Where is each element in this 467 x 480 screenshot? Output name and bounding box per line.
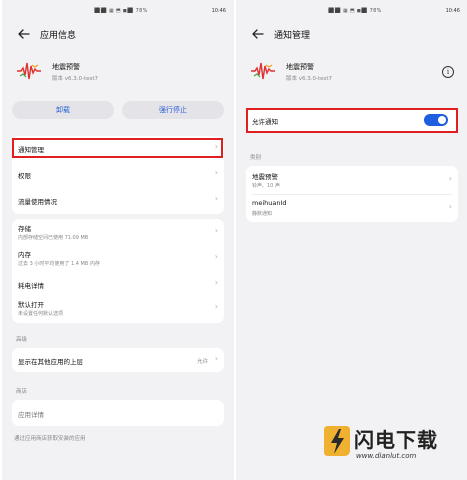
store-footer-text: 通过应用商店获取安装的应用 <box>14 436 86 442</box>
data-usage-row[interactable]: 流量使用情况 › <box>12 188 224 212</box>
category-name: 地震预警 <box>252 173 278 181</box>
overlay-value: 允许 <box>196 359 208 365</box>
chevron-right-icon: › <box>214 302 218 311</box>
memory-row[interactable]: 内存 过去 3 小时平均使用了 1.4 MB 内存 › <box>12 245 224 271</box>
status-icons: ⬛⬛ ▦ ⬒ ◼⬛ 78% <box>94 8 148 14</box>
watermark-url: www.dianlut.com <box>356 452 417 460</box>
category-subtitle: 静默通知 <box>252 211 273 217</box>
chevron-right-icon: › <box>214 168 218 177</box>
chevron-right-icon: › <box>214 252 218 261</box>
status-icons: ⬛⬛ ▦ ⬒ ◼⬛ 78% <box>328 8 382 14</box>
force-stop-button[interactable]: 强行停止 <box>122 101 224 119</box>
seismograph-logo-icon <box>251 62 275 80</box>
back-arrow-icon[interactable] <box>16 26 32 42</box>
chevron-right-icon: › <box>214 278 218 287</box>
category-name: meihuanId <box>252 199 287 207</box>
open-default-subtitle: 未设置任何默认选项 <box>18 311 64 317</box>
open-default-row[interactable]: 默认打开 未设置任何默认选项 › <box>12 295 224 323</box>
app-details-label: 应用详情 <box>18 411 44 419</box>
seismograph-logo-icon <box>17 62 41 80</box>
overlay-label: 显示在其他应用的上层 <box>18 358 83 366</box>
header: 应用信息 <box>2 24 234 46</box>
notification-management-screen: ⬛⬛ ▦ ⬒ ◼⬛ 78% 10:46 通知管理 地震预警 版本 v6.3.0-… <box>236 0 467 480</box>
category-row[interactable]: meihuanId 静默通知 › <box>246 194 458 222</box>
status-bar: ⬛⬛ ▦ ⬒ ◼⬛ 78% 10:46 <box>236 0 467 20</box>
chevron-right-icon: › <box>214 194 218 203</box>
lightning-logo-icon <box>324 426 350 456</box>
category-subtitle: 铃声、10 声 <box>252 183 280 189</box>
status-bar: ⬛⬛ ▦ ⬒ ◼⬛ 78% 10:46 <box>2 0 234 20</box>
chevron-right-icon: › <box>214 354 218 363</box>
app-version: 版本 v6.3.0-test7 <box>286 76 333 82</box>
header: 通知管理 <box>236 24 467 46</box>
app-version: 版本 v6.3.0-test7 <box>52 76 99 82</box>
permissions-label: 权限 <box>18 172 31 180</box>
battery-label: 耗电详情 <box>18 282 44 290</box>
open-default-label: 默认打开 <box>18 301 44 309</box>
app-name: 地震预警 <box>52 63 80 71</box>
page-title: 通知管理 <box>274 31 311 41</box>
chevron-right-icon: › <box>214 226 218 235</box>
storage-subtitle: 内部存储空间已使用 71.09 MB <box>18 235 89 241</box>
data-usage-label: 流量使用情况 <box>18 198 57 206</box>
app-details-row[interactable]: 应用详情 <box>12 400 224 426</box>
app-name: 地震预警 <box>286 63 314 71</box>
watermark: 闪电下载 www.dianlut.com <box>322 420 462 470</box>
settings-card-resources: 存储 内部存储空间已使用 71.09 MB › 内存 过去 3 小时平均使用了 … <box>12 219 224 323</box>
overlay-card: 显示在其他应用的上层 允许 › <box>12 348 224 372</box>
chevron-right-icon: › <box>448 174 452 183</box>
advanced-section-label: 高级 <box>16 337 28 343</box>
categories-card: 地震预警 铃声、10 声 › meihuanId 静默通知 › <box>246 166 458 222</box>
overlay-row[interactable]: 显示在其他应用的上层 允许 › <box>12 348 224 372</box>
battery-row[interactable]: 耗电详情 › <box>12 271 224 295</box>
permissions-row[interactable]: 权限 › <box>12 162 224 186</box>
page-title: 应用信息 <box>40 31 77 41</box>
storage-label: 存储 <box>18 225 31 233</box>
highlight-box <box>246 108 458 133</box>
chevron-right-icon: › <box>448 202 452 211</box>
app-summary: 地震预警 版本 v6.3.0-test7 <box>2 56 234 96</box>
category-section-label: 类别 <box>250 155 262 161</box>
memory-label: 内存 <box>18 251 31 259</box>
store-card: 应用详情 <box>12 400 224 426</box>
memory-subtitle: 过去 3 小时平均使用了 1.4 MB 内存 <box>18 261 100 267</box>
storage-row[interactable]: 存储 内部存储空间已使用 71.09 MB › <box>12 219 224 245</box>
status-time: 10:46 <box>211 8 226 14</box>
store-section-label: 商店 <box>16 389 28 395</box>
back-arrow-icon[interactable] <box>250 26 266 42</box>
status-time: 10:46 <box>445 8 460 14</box>
watermark-title: 闪电下载 <box>354 428 438 452</box>
app-summary: 地震预警 版本 v6.3.0-test7 i <box>236 56 467 96</box>
uninstall-button[interactable]: 卸载 <box>12 101 114 119</box>
category-row[interactable]: 地震预警 铃声、10 声 › <box>246 166 458 194</box>
highlight-box <box>12 138 223 158</box>
app-info-screen: ⬛⬛ ▦ ⬒ ◼⬛ 78% 10:46 应用信息 地震预警 版本 v6.3.0-… <box>2 0 234 480</box>
info-icon[interactable]: i <box>442 66 454 78</box>
